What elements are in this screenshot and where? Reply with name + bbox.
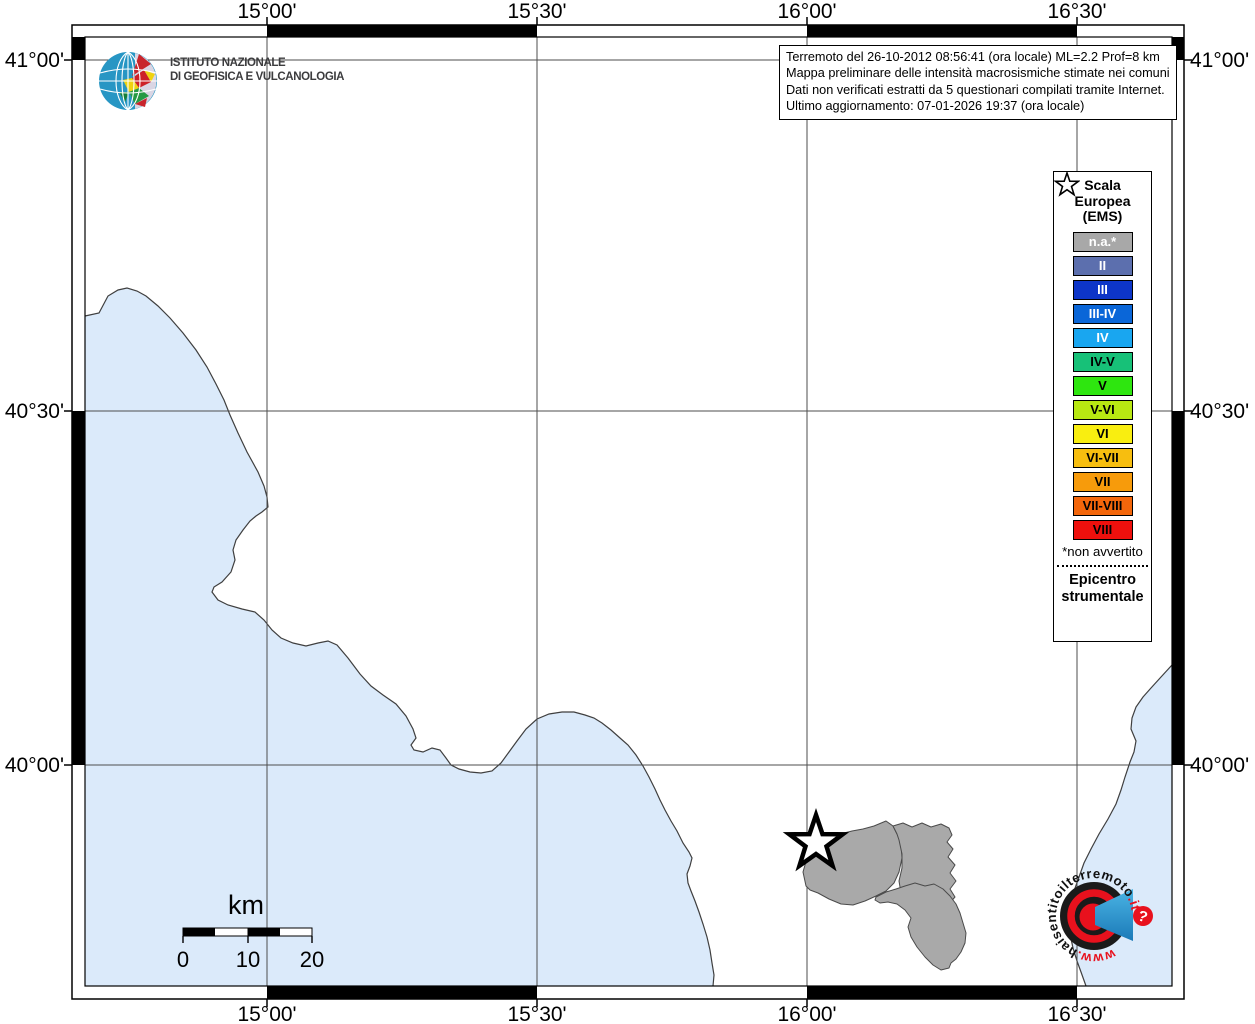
scale-bar-unit: km xyxy=(228,890,264,920)
axis-label-top-3: 16°00' xyxy=(777,0,836,23)
axis-label-left-3: 40°00' xyxy=(5,754,64,777)
legend-item-3: III-IV xyxy=(1072,303,1133,324)
info-line-event: Terremoto del 26-10-2012 08:56:41 (ora l… xyxy=(786,50,1160,64)
scale-bar-tick-0: 0 xyxy=(177,947,189,972)
axis-label-bottom-2: 15°30' xyxy=(507,1003,566,1024)
axis-label-right-1: 41°00' xyxy=(1190,49,1249,72)
axis-label-right-3: 40°00' xyxy=(1190,754,1249,777)
legend-divider xyxy=(1057,564,1148,567)
axis-label-right-2: 40°30' xyxy=(1190,400,1249,423)
legend-item-4: IV xyxy=(1072,327,1133,348)
ingv-logo-line1: ISTITUTO NAZIONALE xyxy=(170,57,286,69)
scale-bar-tick-10: 10 xyxy=(236,947,260,972)
legend-item-7: V-VI xyxy=(1072,399,1133,420)
legend-epicenter-line2: strumentale xyxy=(1061,588,1144,605)
legend-item-6: V xyxy=(1072,375,1133,396)
axis-label-top-1: 15°00' xyxy=(237,0,296,23)
legend-star-icon xyxy=(1054,172,1080,197)
legend-epicenter-label: Epicentro strumentale xyxy=(1054,572,1151,606)
legend-item-5: IV-V xyxy=(1072,351,1133,372)
legend-epicenter-line1: Epicentro xyxy=(1069,571,1136,588)
axis-label-top-4: 16°30' xyxy=(1047,0,1106,23)
axis-label-bottom-4: 16°30' xyxy=(1047,1003,1106,1024)
axis-label-left-1: 41°00' xyxy=(5,49,64,72)
legend-item-9: VI-VII xyxy=(1072,447,1133,468)
ems-intensity-legend: Scala Europea (EMS) n.a.* II III III-IV IV IV… xyxy=(1053,171,1152,642)
info-line-updated: Ultimo aggiornamento: 07-01-2026 19:37 (… xyxy=(786,99,1085,114)
ingv-globe-icon xyxy=(99,51,157,111)
earthquake-info-box: Terremoto del 26-10-2012 08:56:41 (ora l… xyxy=(779,45,1177,120)
legend-item-10: VII xyxy=(1072,471,1133,492)
legend-item-8: VI xyxy=(1072,423,1133,444)
legend-items: n.a.* II III III-IV IV IV-V V V-VI VI VI-VII VII VI… xyxy=(1054,231,1151,540)
legend-item-12: VIII xyxy=(1072,519,1133,540)
ingv-logo-text: ISTITUTO NAZIONALE DI GEOFISICA E VULCAN… xyxy=(170,57,344,84)
legend-footnote: *non avvertito xyxy=(1062,543,1143,559)
legend-item-1: II xyxy=(1072,255,1133,276)
legend-title-line3: (EMS) xyxy=(1082,208,1123,224)
legend-item-0: n.a.* xyxy=(1072,231,1133,252)
axis-label-top-2: 15°30' xyxy=(507,0,566,23)
axis-label-bottom-1: 15°00' xyxy=(237,1003,296,1024)
info-line-data-source: Dati non verificati estratti da 5 questi… xyxy=(786,82,1165,97)
macroseismic-map-page: km 0 10 20 15°00' 15°30' 16°00' 16°30' 1… xyxy=(0,0,1255,1024)
axis-label-left-2: 40°30' xyxy=(5,400,64,423)
ingv-logo-line2: DI GEOFISICA E VULCANOLOGIA xyxy=(170,70,345,83)
legend-item-2: III xyxy=(1072,279,1133,300)
scale-bar-tick-20: 20 xyxy=(300,947,324,972)
legend-item-11: VII-VIII xyxy=(1072,495,1133,516)
axis-label-bottom-3: 16°00' xyxy=(777,1003,836,1024)
info-line-map-type: Mappa preliminare delle intensità macros… xyxy=(786,66,1170,81)
